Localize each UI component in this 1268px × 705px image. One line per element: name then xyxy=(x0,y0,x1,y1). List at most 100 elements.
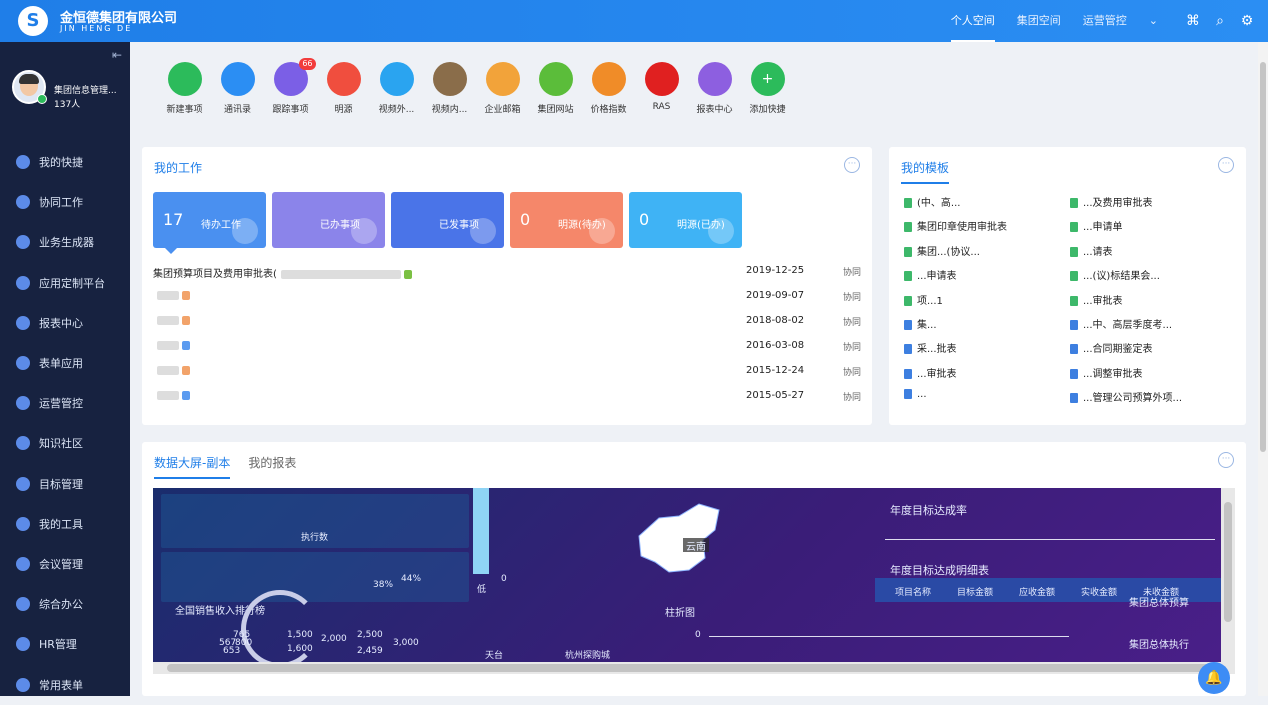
template-item[interactable]: 项...1 xyxy=(904,292,1059,307)
dashboard-vertical-scrollbar[interactable] xyxy=(1221,488,1235,674)
nav-group-space[interactable]: 集团空间 xyxy=(1017,0,1061,42)
sidebar-item-6[interactable]: 运营管控 xyxy=(0,383,130,423)
template-item[interactable]: ...申请单 xyxy=(1070,218,1225,233)
detail-table-header-cell: 目标金额 xyxy=(957,588,994,598)
quick-link-6[interactable]: 企业邮箱 xyxy=(476,62,529,115)
quick-link-3[interactable]: 明源 xyxy=(317,62,370,115)
quick-link-2[interactable]: 66 跟踪事项 xyxy=(264,58,317,115)
work-item-status: 协同 xyxy=(843,318,862,328)
work-tile-3[interactable]: 0 明源(待办) xyxy=(510,192,623,248)
sidebar-item-2[interactable]: 业务生成器 xyxy=(0,222,130,262)
page-scrollbar[interactable] xyxy=(1258,42,1268,696)
quick-link-0[interactable]: 新建事项 xyxy=(158,62,211,115)
work-list-item[interactable]: 2015-12-24 协同 xyxy=(153,359,863,383)
attachment-icon xyxy=(182,390,190,400)
quick-link-8[interactable]: 价格指数 xyxy=(582,62,635,115)
document-icon xyxy=(1070,198,1078,208)
more-icon[interactable]: ··· xyxy=(844,157,860,173)
template-item[interactable]: ...及费用审批表 xyxy=(1070,194,1225,209)
work-list-item[interactable]: 2019-09-07 协同 xyxy=(153,284,863,308)
quick-link-7[interactable]: 集团网站 xyxy=(529,62,582,115)
sidebar-item-12[interactable]: HR管理 xyxy=(0,624,130,664)
document-icon xyxy=(1070,295,1078,306)
more-icon[interactable]: ··· xyxy=(1218,452,1234,468)
quick-link-4[interactable]: 视频外... xyxy=(370,62,423,115)
tab-data-screen[interactable]: 数据大屏-副本 xyxy=(154,454,231,479)
template-item[interactable]: 集... xyxy=(904,316,1059,331)
template-item[interactable]: (中、高... xyxy=(904,194,1059,209)
sidebar-item-label: 报表中心 xyxy=(39,316,83,330)
dashboard-horizontal-scrollbar[interactable] xyxy=(153,662,1223,674)
detail-table-header-cell: 项目名称 xyxy=(895,588,932,598)
template-label: 集团...(协议... xyxy=(917,246,980,258)
template-item[interactable]: ...申请表 xyxy=(904,267,1059,282)
gear-icon[interactable]: ⚙ xyxy=(1238,12,1256,30)
sidebar-item-label: 会议管理 xyxy=(39,557,83,571)
sidebar-item-9[interactable]: 我的工具 xyxy=(0,504,130,544)
company-logo-icon[interactable]: S xyxy=(18,6,48,36)
document-icon xyxy=(1070,271,1078,282)
work-tile-2[interactable]: 已发事项 xyxy=(391,192,504,248)
collapse-sidebar-icon[interactable]: ⇤ xyxy=(112,48,122,62)
tab-my-reports[interactable]: 我的报表 xyxy=(248,454,296,479)
template-item[interactable]: 集团印章使用审批表 xyxy=(904,218,1059,233)
sales-value: 2,500 xyxy=(357,630,383,640)
work-item-status: 协同 xyxy=(843,393,862,403)
template-item[interactable]: ...审批表 xyxy=(904,365,1059,380)
work-list-item[interactable]: 2015-05-27 协同 xyxy=(153,384,863,408)
pct-2: 38% xyxy=(373,580,394,590)
template-item[interactable]: ...调整审批表 xyxy=(1070,365,1225,380)
work-tile-1[interactable]: 已办事项 xyxy=(272,192,385,248)
sidebar-item-4[interactable]: 报表中心 xyxy=(0,303,130,343)
sidebar-item-11[interactable]: 综合办公 xyxy=(0,584,130,624)
document-icon xyxy=(904,389,912,400)
template-item[interactable]: ...(议)标结果会... xyxy=(1070,267,1225,282)
work-item-status: 协同 xyxy=(843,268,862,278)
sidebar-item-label: 知识社区 xyxy=(39,437,83,451)
lightning-icon xyxy=(16,155,30,170)
sidebar-item-7[interactable]: 知识社区 xyxy=(0,423,130,463)
work-item-title xyxy=(153,315,190,326)
apps-grid-icon[interactable]: ⌘ xyxy=(1184,12,1202,30)
sidebar-item-label: 协同工作 xyxy=(39,196,83,210)
template-item[interactable]: 采...批表 xyxy=(904,340,1059,355)
more-icon[interactable]: ··· xyxy=(1218,157,1234,173)
bell-icon[interactable]: 🔔 xyxy=(1198,662,1230,694)
mail-icon xyxy=(485,62,520,96)
sidebar-item-8[interactable]: 目标管理 xyxy=(0,464,130,504)
work-list-item[interactable]: 2018-08-02 协同 xyxy=(153,309,863,333)
redacted-text xyxy=(157,340,179,350)
nav-operations[interactable]: 运营管控 xyxy=(1083,0,1127,42)
sidebar-item-3[interactable]: 应用定制平台 xyxy=(0,263,130,303)
quick-link-10[interactable]: 报表中心 xyxy=(688,62,741,115)
sidebar-item-0[interactable]: 我的快捷 xyxy=(0,142,130,182)
work-list-item[interactable]: 2016-03-08 协同 xyxy=(153,334,863,358)
quick-link-9[interactable]: RAS xyxy=(635,62,688,115)
city-2: 杭州探购城 xyxy=(565,651,611,661)
work-tile-4[interactable]: 0 明源(已办) xyxy=(629,192,742,248)
quick-link-1[interactable]: 通讯录 xyxy=(211,62,264,115)
nav-personal-space[interactable]: 个人空间 xyxy=(950,0,995,42)
sales-value: 3,000 xyxy=(393,638,419,648)
sidebar-item-5[interactable]: 表单应用 xyxy=(0,343,130,383)
report-tabs: 数据大屏-副本 我的报表 xyxy=(154,454,314,479)
template-item[interactable]: ... xyxy=(904,389,1059,400)
quick-link-5[interactable]: 视频内... xyxy=(423,62,476,115)
template-item[interactable]: ...管理公司预算外项... xyxy=(1070,389,1225,404)
search-icon[interactable]: ⌕ xyxy=(1211,12,1229,30)
quick-link-11[interactable]: + 添加快捷 xyxy=(741,62,794,115)
chevron-down-icon[interactable]: ⌄ xyxy=(1149,0,1158,42)
template-label: ...管理公司预算外项... xyxy=(1083,393,1183,405)
work-tile-0[interactable]: 17 待办工作 xyxy=(153,192,266,248)
template-item[interactable]: ...合同期鉴定表 xyxy=(1070,340,1225,355)
template-item[interactable]: 集团...(协议... xyxy=(904,243,1059,258)
sidebar-item-1[interactable]: 协同工作 xyxy=(0,182,130,222)
template-item[interactable]: ...请表 xyxy=(1070,243,1225,258)
sidebar-item-10[interactable]: 会议管理 xyxy=(0,544,130,584)
work-list-item[interactable]: 集团预算项目及费用审批表(2019-12-25 协同 xyxy=(153,259,863,283)
tile-count: 0 xyxy=(520,210,531,229)
template-item[interactable]: ...审批表 xyxy=(1070,292,1225,307)
template-label: ...及费用审批表 xyxy=(1083,198,1153,209)
sidebar-item-13[interactable]: 常用表单 xyxy=(0,664,130,704)
template-item[interactable]: ...中、高层季度考... xyxy=(1070,316,1225,331)
